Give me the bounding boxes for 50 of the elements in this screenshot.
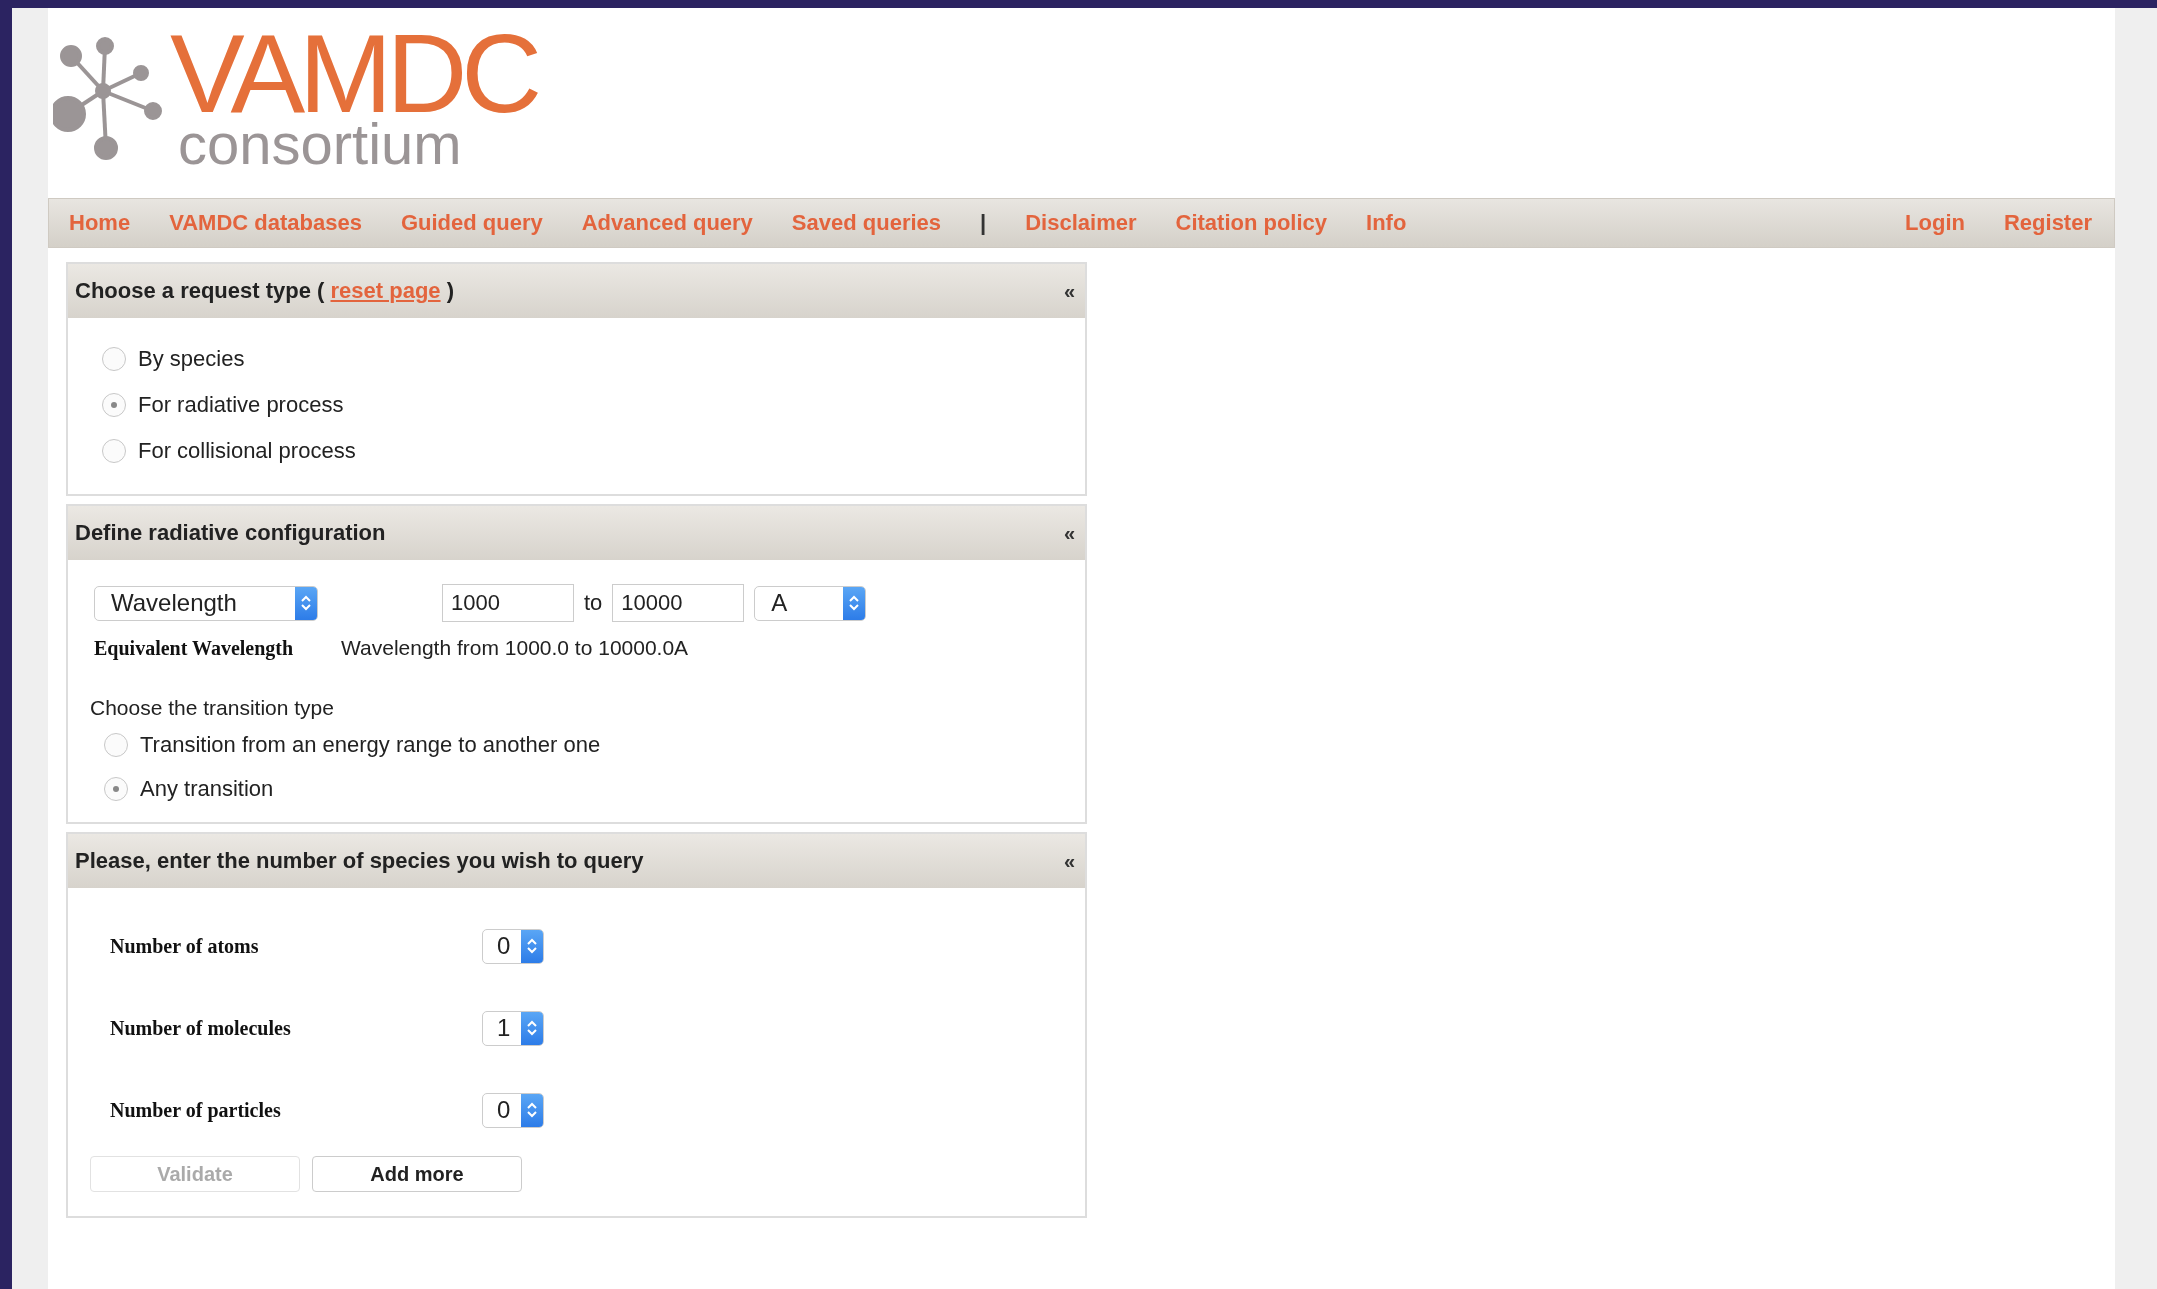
radio-button[interactable] <box>102 439 126 463</box>
radio-button[interactable] <box>102 393 126 417</box>
radio-label: For radiative process <box>138 392 344 418</box>
stepper-icon <box>521 1011 543 1045</box>
stepper-icon <box>521 1093 543 1127</box>
range-to-field[interactable]: 10000 <box>612 584 745 622</box>
equivalent-value: Wavelength from 1000.0 to 10000.0A <box>341 636 689 660</box>
nav-separator: | <box>980 210 987 236</box>
nav-link[interactable]: VAMDC databases <box>169 210 362 236</box>
nav-link[interactable]: Login <box>1905 210 1965 236</box>
count-select[interactable]: 0 <box>482 928 544 964</box>
stepper-icon <box>521 929 543 963</box>
count-select[interactable]: 1 <box>482 1010 544 1046</box>
collapse-toggle[interactable]: « <box>1063 849 1075 873</box>
stepper-icon <box>295 586 317 620</box>
stepper-icon <box>843 586 866 620</box>
nav-link[interactable]: Guided query <box>400 210 543 236</box>
nav-link[interactable]: Disclaimer <box>1025 210 1137 236</box>
count-select[interactable]: 0 <box>482 1092 544 1128</box>
nav-link[interactable]: Info <box>1366 210 1407 236</box>
collapse-toggle[interactable]: « <box>1063 279 1075 303</box>
nav-link[interactable]: Citation policy <box>1175 210 1328 236</box>
nav-link[interactable]: Register <box>2003 210 2092 236</box>
collapse-toggle[interactable]: « <box>1063 521 1075 545</box>
count-label: Number of molecules <box>110 1016 292 1040</box>
equivalent-label: Equivalent Wavelength <box>94 636 295 660</box>
radio-label: Any transition <box>140 776 274 802</box>
form-button[interactable]: Add more <box>312 1156 522 1192</box>
logo-subtitle: consortium <box>178 118 462 170</box>
radio-label: By species <box>138 346 245 372</box>
radio-button[interactable] <box>104 733 128 757</box>
radio-label: Transition from an energy range to another one <box>140 732 601 758</box>
nav-link[interactable]: Home <box>69 210 131 236</box>
panel-title: Define radiative configuration <box>75 520 386 546</box>
range-to-label: to <box>584 590 603 616</box>
radio-button[interactable] <box>102 347 126 371</box>
nav-link[interactable]: Saved queries <box>791 210 942 236</box>
logo-title: VAMDC <box>170 30 537 118</box>
count-label: Number of atoms <box>110 934 260 958</box>
panel-title: Choose a request type ( reset page ) <box>75 278 455 304</box>
range-from-field[interactable]: 1000 <box>442 584 574 622</box>
quantity-select[interactable]: Wavelength <box>94 585 318 621</box>
nav-link[interactable]: Advanced query <box>581 210 753 236</box>
count-label: Number of particles <box>110 1098 282 1122</box>
radio-label: For collisional process <box>138 438 356 464</box>
radio-button[interactable] <box>104 777 128 801</box>
unit-select[interactable]: A <box>754 585 867 621</box>
reset-page-link[interactable]: reset page <box>330 278 441 303</box>
transition-type-label: Choose the transition type <box>90 696 335 720</box>
panel-title: Please, enter the number of species you wish to query <box>75 848 644 874</box>
